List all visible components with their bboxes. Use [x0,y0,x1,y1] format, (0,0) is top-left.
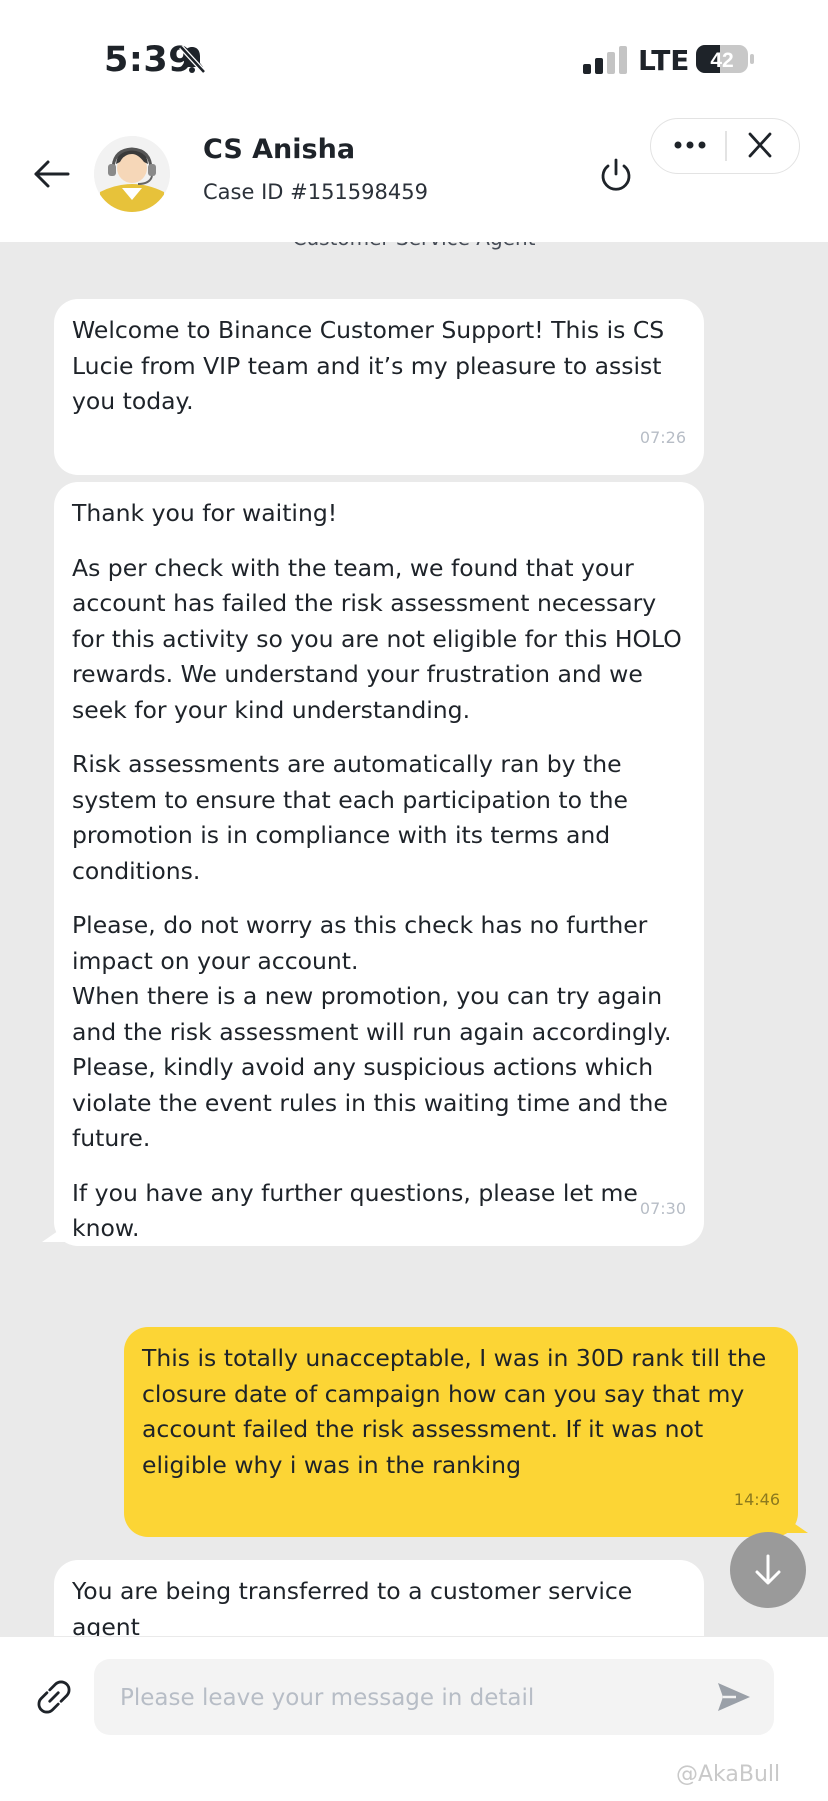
message-text: As per check with the team, we found tha… [72,553,682,724]
agent-message: Thank you for waiting! As per check with… [54,482,704,1246]
bell-slash-icon [178,44,206,78]
message-time: 14:46 [733,1489,780,1509]
message-time: 07:26 [639,427,686,447]
battery-level: 42 [710,49,733,72]
more-icon[interactable] [665,125,715,165]
agent-name: CS Anisha [203,134,356,165]
agent-message: Welcome to Binance Customer Support! Thi… [54,299,704,475]
message-line: When there is a new promotion, you can t… [72,982,672,1046]
signal-icon [583,46,629,78]
message-text: This is totally unacceptable, I was in 3… [142,1344,767,1479]
message-text: If you have any further questions, pleas… [72,1178,638,1243]
divider [725,131,727,161]
message-time: 07:30 [639,1198,686,1218]
send-icon[interactable] [714,1677,754,1717]
chat-header: CS Anisha Case ID #151598459 [0,118,828,242]
network-type: LTE [638,44,690,77]
message-input[interactable] [118,1659,682,1737]
link-icon[interactable] [32,1675,76,1719]
scroll-to-bottom-button[interactable] [730,1532,806,1608]
chat-history[interactable]: Customer Service Agent Welcome to Binanc… [0,242,828,1636]
message-text: Please, do not worry as this check has n… [72,908,686,1157]
agent-avatar-icon [94,136,170,212]
power-icon[interactable] [596,152,636,196]
header-actions [650,118,800,174]
agent-message: You are being transferred to a customer … [54,1560,704,1636]
watermark: @AkaBull [676,1762,781,1787]
battery-icon: 42 [696,44,754,74]
message-text: Thank you for waiting! [72,499,338,527]
case-id: Case ID #151598459 [203,180,428,204]
user-message: This is totally unacceptable, I was in 3… [124,1327,798,1537]
back-arrow-icon[interactable] [30,152,74,196]
message-text: Welcome to Binance Customer Support! Thi… [72,316,665,415]
status-bar: 5:39 LTE 42 [0,0,828,118]
message-field[interactable] [94,1659,774,1737]
close-icon[interactable] [737,125,783,165]
system-label: Customer Service Agent [0,242,828,250]
message-text: You are being transferred to a customer … [72,1577,633,1636]
message-text: Risk assessments are automatically ran b… [72,750,628,885]
message-line: Please, do not worry as this check has n… [72,911,648,975]
message-line: Please, kindly avoid any suspicious acti… [72,1053,668,1152]
